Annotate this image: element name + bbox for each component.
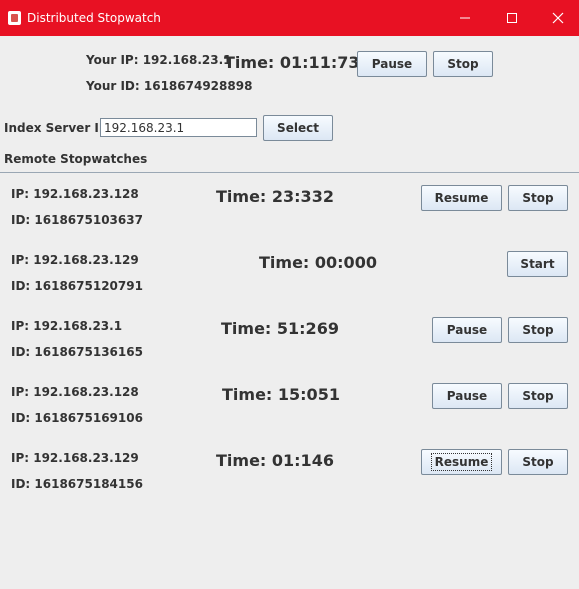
remote-ip-label: IP: 192.168.23.129 (11, 253, 139, 267)
local-time-display: Time: 01:11:732 (224, 53, 371, 72)
remote-id-label: ID: 1618675169106 (11, 411, 143, 425)
remote-ip-label: IP: 192.168.23.129 (11, 451, 139, 465)
remote-resume-button[interactable]: Resume (421, 185, 502, 211)
select-button[interactable]: Select (263, 115, 333, 141)
local-id-label: Your ID: 1618674928898 (86, 79, 253, 93)
remote-stop-button[interactable]: Stop (508, 185, 568, 211)
local-pause-button[interactable]: Pause (357, 51, 427, 77)
remote-stop-button[interactable]: Stop (508, 383, 568, 409)
title-bar: Distributed Stopwatch (0, 0, 579, 36)
maximize-button[interactable] (489, 6, 535, 30)
maximize-icon (507, 13, 517, 23)
local-stop-button[interactable]: Stop (433, 51, 493, 77)
remote-stopwatches-heading: Remote Stopwatches (4, 152, 148, 166)
divider (0, 172, 579, 173)
remote-resume-button[interactable]: Resume (421, 449, 502, 475)
remote-id-label: ID: 1618675184156 (11, 477, 143, 491)
minimize-button[interactable] (442, 6, 488, 30)
java-app-icon (8, 11, 21, 25)
remote-id-label: ID: 1618675136165 (11, 345, 143, 359)
close-icon (552, 12, 564, 24)
local-ip-label: Your IP: 192.168.23.1 (86, 53, 232, 67)
remote-time-display: Time: 23:332 (216, 187, 334, 206)
close-button[interactable] (535, 6, 579, 30)
remote-ip-label: IP: 192.168.23.128 (11, 187, 139, 201)
index-server-label: Index Server IP: (4, 121, 113, 135)
window-title: Distributed Stopwatch (27, 11, 161, 25)
index-server-ip-input[interactable] (100, 118, 257, 137)
remote-time-display: Time: 15:051 (222, 385, 340, 404)
remote-stop-button[interactable]: Stop (508, 449, 568, 475)
remote-stop-button[interactable]: Stop (508, 317, 568, 343)
remote-id-label: ID: 1618675120791 (11, 279, 143, 293)
remote-time-display: Time: 00:000 (259, 253, 377, 272)
minimize-icon (460, 17, 470, 19)
remote-time-display: Time: 01:146 (216, 451, 334, 470)
remote-ip-label: IP: 192.168.23.128 (11, 385, 139, 399)
remote-id-label: ID: 1618675103637 (11, 213, 143, 227)
remote-pause-button[interactable]: Pause (432, 383, 502, 409)
remote-pause-button[interactable]: Pause (432, 317, 502, 343)
remote-ip-label: IP: 192.168.23.1 (11, 319, 123, 333)
remote-time-display: Time: 51:269 (221, 319, 339, 338)
remote-start-button[interactable]: Start (507, 251, 568, 277)
